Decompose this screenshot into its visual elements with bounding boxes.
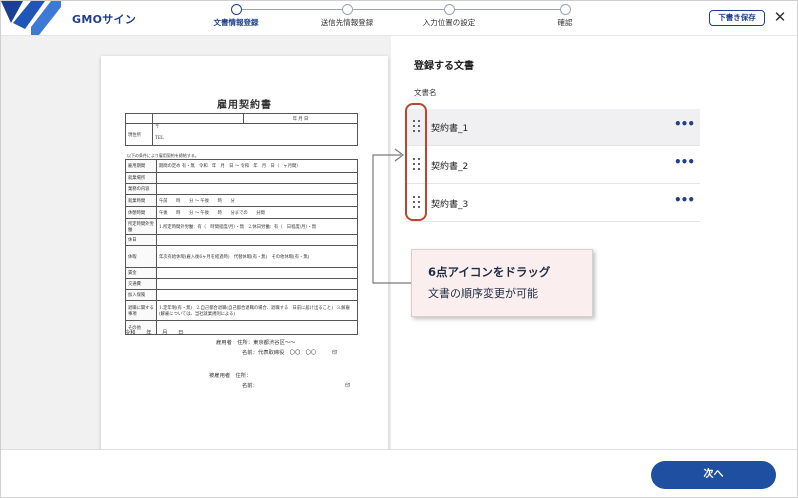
- term-value: [156, 320, 358, 335]
- employer-address: 雇用者 住所：東京都渋谷区〜〜: [216, 340, 296, 346]
- drag-handle-highlight: [405, 103, 427, 221]
- column-header-document-name: 文書名: [414, 88, 437, 97]
- document-row[interactable]: 契約書_2 •••: [406, 147, 700, 184]
- step-2-label: 送信先情報登録: [320, 18, 374, 27]
- term-value: [156, 278, 358, 290]
- step-2-indicator: [342, 4, 353, 15]
- term-label: 交通費: [125, 278, 157, 290]
- step-1-label: 文書情報登録: [213, 18, 259, 27]
- term-value: 期間の定め 有・無 令和 年 月 日 ～ 令和 年 月 日（ ヶ月間）: [156, 159, 358, 173]
- more-options-icon[interactable]: •••: [674, 193, 695, 207]
- term-label: 雇用期間: [125, 159, 157, 173]
- term-label: 加入保険: [125, 289, 157, 301]
- term-label: 休憩時間: [125, 206, 157, 219]
- brand-name: GMOサイン: [72, 13, 137, 26]
- document-row[interactable]: 契約書_1 •••: [406, 109, 700, 146]
- tel-label: TEL: [155, 136, 164, 141]
- document-name: 契約書_1: [431, 124, 469, 134]
- term-value: [156, 234, 358, 246]
- term-label: 休暇: [125, 245, 157, 268]
- term-value: 年次有給休暇(雇入後6ヶ月を経過時) 代替休暇(有・無) その他休暇(有・無): [156, 245, 358, 268]
- term-value: [156, 267, 358, 279]
- term-value: 午後 時 分 ～ 午後 時 分までの 分間: [156, 206, 358, 219]
- sign-date: 令和 年 月 日: [125, 330, 184, 336]
- term-label: 就業場所: [125, 172, 157, 184]
- term-label: 休日: [125, 234, 157, 246]
- progress-stepper: 文書情報登録 送信先情報登録 入力位置の設定 確認: [214, 1, 581, 35]
- term-label: 業務の内容: [125, 183, 157, 195]
- step-1-indicator: [231, 4, 242, 15]
- term-label: 賃金: [125, 267, 157, 279]
- term-value: 午前 時 分 ～ 午後 時 分: [156, 194, 358, 207]
- employment-terms-table: 雇用期間 期間の定め 有・無 令和 年 月 日 ～ 令和 年 月 日（ ヶ月間） …: [125, 159, 358, 335]
- save-draft-button[interactable]: 下書き保存: [709, 10, 765, 26]
- bottom-footer: 次へ: [1, 449, 797, 497]
- term-value: 1.定年制(有・無) 2.自己都合退職(自己都合退職の場合、退職する 日前に届け…: [156, 300, 358, 321]
- employer-name: 名前：代表取締役 〇〇 〇〇 印: [242, 350, 338, 356]
- term-value: [156, 183, 358, 195]
- employee-address: 被雇用者 住所：: [209, 373, 252, 379]
- callout-description: 文書の順序変更が可能: [428, 287, 538, 300]
- term-label: 退職に関する事項: [125, 300, 157, 321]
- document-name: 契約書_2: [431, 162, 469, 172]
- step-connector: [351, 9, 444, 10]
- document-row[interactable]: 契約書_3 •••: [406, 185, 700, 222]
- step-3-indicator: [444, 4, 455, 15]
- employee-seal: 印: [345, 383, 351, 389]
- term-value: [156, 289, 358, 301]
- term-label: 所定時間外労働: [125, 218, 157, 235]
- more-options-icon[interactable]: •••: [674, 155, 695, 169]
- date-field: 年 月 日: [243, 113, 358, 124]
- applicant-info-table: 年 月 日 現住所 〒 TEL: [125, 113, 358, 146]
- section-title: 登録する文書: [414, 61, 474, 72]
- top-header: GMOサイン 文書情報登録 送信先情報登録 入力位置の設定 確認 下書き保存 ✕: [1, 1, 797, 36]
- next-button[interactable]: 次へ: [651, 461, 776, 489]
- document-list-panel: [391, 36, 797, 449]
- document-preview-page: 雇用契約書 年 月 日 現住所 〒 TEL 以下の条件により雇用契約を締結する。…: [101, 56, 388, 456]
- tip-callout: 6点アイコンをドラッグ 文書の順序変更が可能: [411, 249, 593, 317]
- close-icon[interactable]: ✕: [772, 8, 788, 26]
- term-value: [156, 172, 358, 184]
- step-4-indicator: [560, 4, 571, 15]
- postal-mark: 〒: [155, 125, 160, 130]
- term-value: 1.所定時間外労働：有（ 時間程度/月）・無 2.休日労働：有（ 日程度/月）・…: [156, 218, 358, 235]
- address-label: 現住所: [125, 123, 153, 146]
- document-name: 契約書_3: [431, 200, 469, 210]
- term-label: 就業時間: [125, 194, 157, 207]
- step-connector: [453, 9, 560, 10]
- more-options-icon[interactable]: •••: [674, 117, 695, 131]
- employee-name: 名前：: [242, 383, 258, 389]
- document-title: 雇用契約書: [217, 100, 272, 111]
- step-4-label: 確認: [557, 18, 573, 27]
- step-connector: [240, 9, 342, 10]
- gmo-logo-mark: [1, 1, 61, 35]
- step-3-label: 入力位置の設定: [422, 18, 476, 27]
- callout-title: 6点アイコンをドラッグ: [428, 265, 551, 279]
- app-window: GMOサイン 文書情報登録 送信先情報登録 入力位置の設定 確認 下書き保存 ✕…: [0, 0, 798, 498]
